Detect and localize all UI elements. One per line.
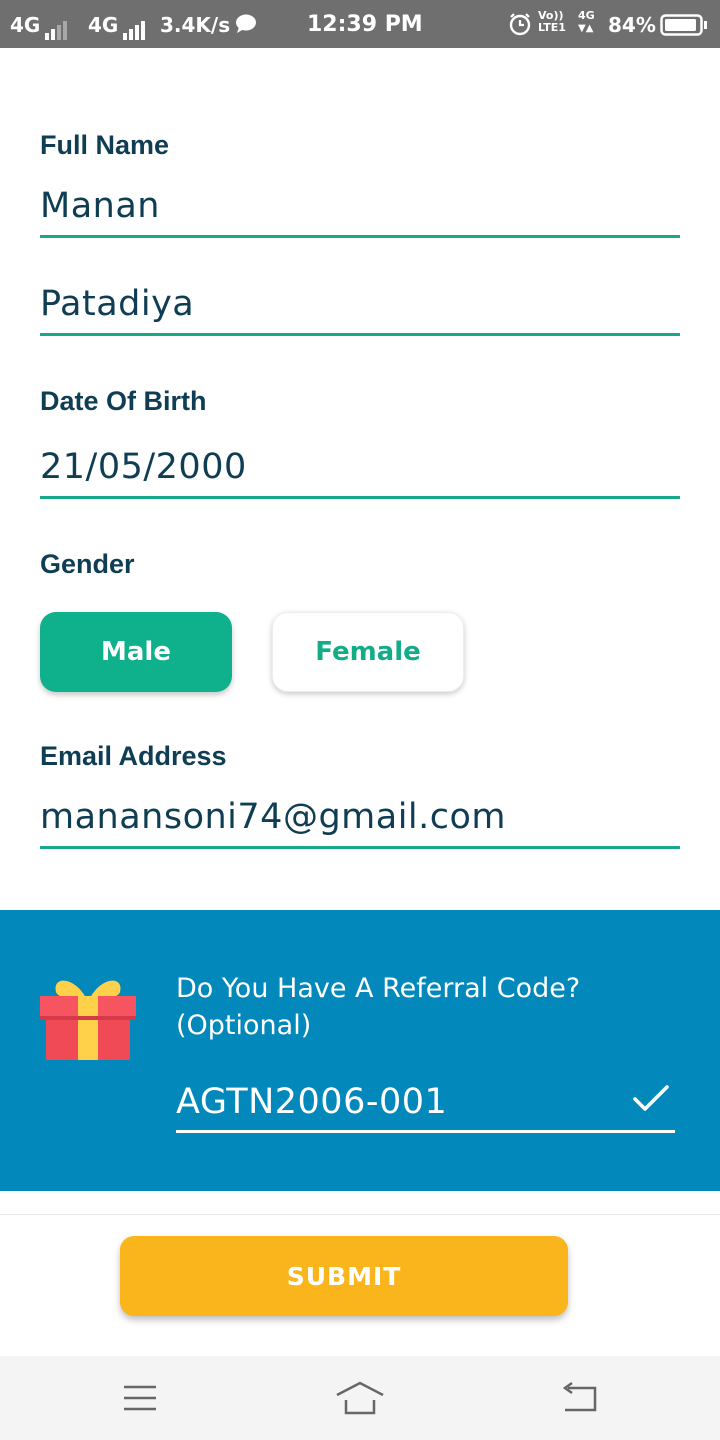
network-speed: 3.4K/s [160,13,231,37]
volte-icon: Vo)) LTE1 [538,10,566,34]
chat-icon [235,14,257,39]
signal-icon [123,14,147,40]
mobile-data-icon: 4G ▼▲ [578,9,595,35]
email-input[interactable]: manansoni74@gmail.com [40,797,680,837]
status-bar: 4G 4G 3.4K/s 12:39 PM Vo)) LTE1 4G ▼▲ 84… [0,0,720,48]
data-network-label: 4G [578,9,595,22]
signal-icon [45,14,69,40]
email-label: Email Address [40,741,227,771]
dob-label: Date Of Birth [40,386,207,416]
network-type-label: 4G [10,13,41,37]
gender-female-button[interactable]: Female [272,612,464,692]
navigation-bar [0,1356,720,1440]
divider [0,1214,720,1215]
referral-panel: Do You Have A Referral Code? (Optional) [0,910,720,1191]
first-name-input[interactable]: Manan [40,186,680,226]
battery-percent: 84% [608,13,656,37]
first-name-underline [40,235,680,238]
submit-button[interactable]: SUBMIT [120,1236,568,1316]
network-type-label: 4G [88,13,119,37]
referral-title: Do You Have A Referral Code? (Optional) [176,970,656,1044]
referral-optional-label: (Optional) [176,1010,312,1041]
alarm-icon [508,12,532,41]
gender-label: Gender [40,549,135,579]
gender-male-button[interactable]: Male [40,612,232,692]
menu-icon[interactable] [122,1384,158,1417]
dob-input[interactable]: 21/05/2000 [40,447,680,487]
check-icon [632,1084,670,1119]
referral-code-input[interactable] [176,1076,616,1128]
network-indicator-1: 4G [10,12,69,40]
referral-underline [176,1130,675,1133]
battery-icon [660,14,707,36]
lte-label: LTE1 [538,21,566,34]
gift-icon [38,972,138,1069]
last-name-input[interactable]: Patadiya [40,284,680,324]
last-name-underline [40,333,680,336]
network-indicator-2: 4G [88,12,147,40]
referral-question: Do You Have A Referral Code? [176,973,581,1004]
back-icon[interactable] [560,1381,600,1419]
dob-underline [40,496,680,499]
full-name-label: Full Name [40,130,170,160]
clock: 12:39 PM [307,12,423,37]
home-icon[interactable] [334,1380,386,1421]
email-underline [40,846,680,849]
